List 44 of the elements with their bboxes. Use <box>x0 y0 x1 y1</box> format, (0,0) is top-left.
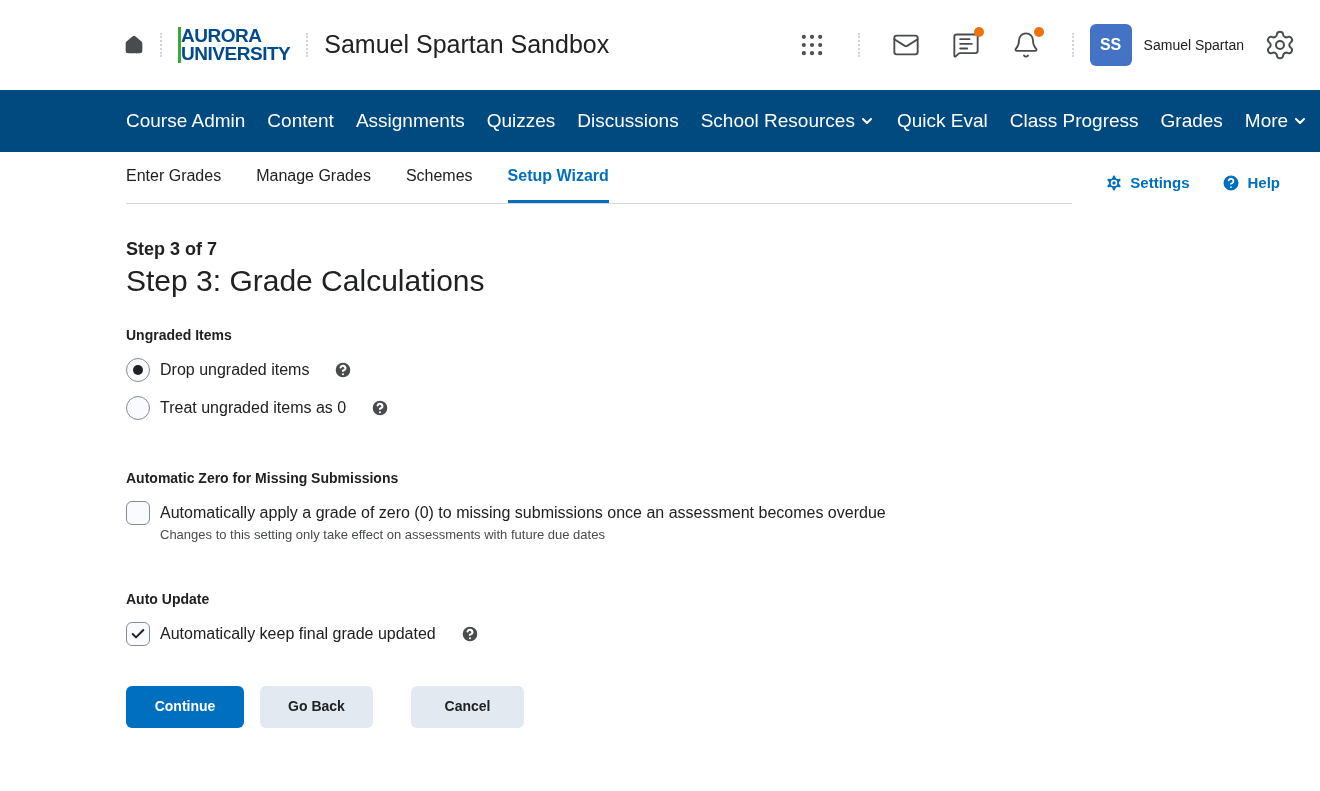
nav-link[interactable]: Quick Eval <box>896 106 988 136</box>
nav-link[interactable]: Content <box>267 106 334 136</box>
settings-icon[interactable] <box>1264 29 1296 61</box>
nav-link[interactable]: Grades <box>1160 106 1223 136</box>
grades-tab[interactable]: Schemes <box>405 164 473 203</box>
radio-button[interactable] <box>126 396 150 420</box>
user-avatar[interactable]: SS <box>1089 24 1132 66</box>
section-heading: Auto Update <box>126 589 211 609</box>
radio-button[interactable] <box>126 358 150 382</box>
nav-link[interactable]: Discussions <box>577 106 679 136</box>
university-logo[interactable]: AURORA UNIVERSITY <box>178 27 291 63</box>
option-label[interactable]: Automatically keep final grade updated <box>160 621 436 646</box>
nav-link[interactable]: Quizzes <box>486 106 556 136</box>
help-icon[interactable] <box>333 360 354 380</box>
option-label[interactable]: Automatically apply a grade of zero (0) to missing submissions once an assessment becomes overdue <box>160 501 886 525</box>
grades-tab[interactable]: Enter Grades <box>126 164 222 203</box>
course-title[interactable]: Samuel Spartan Sandbox <box>324 26 610 64</box>
grades-tab[interactable]: Setup Wizard <box>507 164 609 203</box>
chat-icon[interactable] <box>951 31 980 59</box>
nav-link[interactable]: More <box>1244 106 1309 136</box>
nav-link[interactable]: Course Admin <box>126 106 246 136</box>
grades-tab[interactable]: Manage Grades <box>256 164 371 203</box>
section-heading: Ungraded Items <box>126 326 233 345</box>
option-label[interactable]: Treat ungraded items as 0 <box>160 396 347 420</box>
checkbox[interactable] <box>126 621 150 646</box>
nav-link[interactable]: Class Progress <box>1009 106 1139 136</box>
section-heading: Automatic Zero for Missing Submissions <box>126 469 400 488</box>
page-title: Step 3: Grade Calculations <box>126 263 486 299</box>
home-icon[interactable] <box>124 35 144 55</box>
step-counter: Step 3 of 7 <box>126 238 219 261</box>
secondary-button[interactable]: Go Back <box>260 685 373 728</box>
secondary-button[interactable]: Cancel <box>411 685 524 728</box>
help-link[interactable]: Help <box>1221 172 1280 195</box>
user-name[interactable]: Samuel Spartan <box>1143 34 1244 56</box>
nav-link[interactable]: Assignments <box>355 106 465 136</box>
option-label[interactable]: Drop ungraded items <box>160 358 310 382</box>
option-note: Changes to this setting only take effect on assessments with future due dates <box>160 526 606 544</box>
continue-button[interactable]: Continue <box>126 685 244 728</box>
help-icon[interactable] <box>459 623 480 644</box>
help-icon[interactable] <box>370 398 391 418</box>
help-icon <box>1221 173 1242 194</box>
settings-link[interactable]: Settings <box>1104 172 1190 195</box>
nav-link[interactable]: School Resources <box>700 106 875 136</box>
checkbox[interactable] <box>126 501 150 525</box>
